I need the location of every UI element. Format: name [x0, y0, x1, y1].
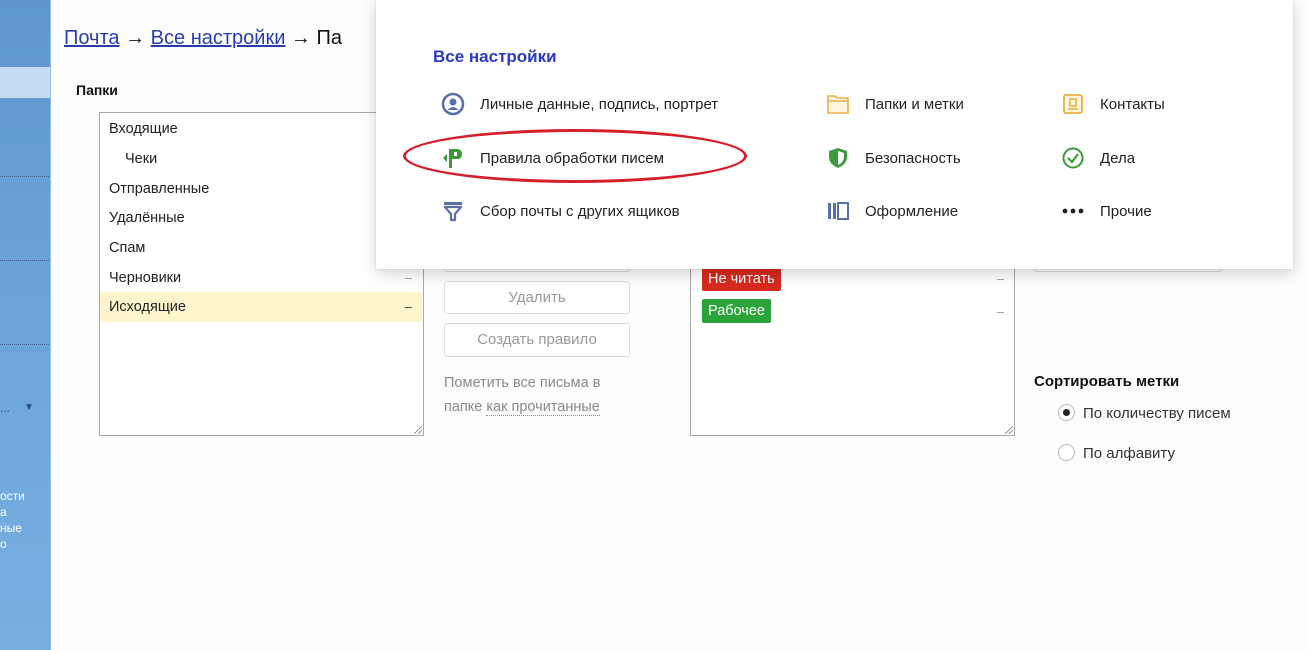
- menu-item-label: Дела: [1100, 149, 1136, 167]
- label-count: –: [996, 271, 1004, 286]
- highlight-annotation: [403, 129, 747, 183]
- shield-icon: [825, 145, 851, 171]
- menu-item-label: Прочие: [1100, 202, 1152, 220]
- menu-item-contacts[interactable]: Контакты: [1060, 91, 1165, 117]
- sidebar-divider: [0, 176, 50, 177]
- all-settings-menu: Все настройки Личные данные, подпись, по…: [376, 0, 1293, 269]
- folder-label: Исходящие: [109, 299, 186, 315]
- folder-label: Чеки: [125, 151, 158, 167]
- menu-item-label: Безопасность: [865, 149, 961, 167]
- menu-item-personal-data[interactable]: Личные данные, подпись, портрет: [440, 91, 718, 117]
- sidebar-ellipsis: ...: [0, 401, 11, 415]
- sidebar-divider: [0, 260, 50, 261]
- folder-item[interactable]: Чеки: [100, 144, 422, 174]
- folder-item[interactable]: Удалённые: [100, 203, 422, 233]
- triangle-down-icon[interactable]: ▼: [24, 402, 34, 413]
- sort-by-count-label: По количеству писем: [1083, 405, 1231, 422]
- theme-icon: [825, 198, 851, 224]
- folder-label: Удалённые: [109, 210, 185, 226]
- folder-label: Входящие: [109, 121, 178, 137]
- more-dots-icon: [1060, 198, 1086, 224]
- menu-item-label: Личные данные, подпись, портрет: [480, 95, 719, 113]
- left-sidebar: ... ▼ ости а ные о: [0, 0, 51, 650]
- sidebar-text: ные: [0, 521, 22, 535]
- menu-item-other[interactable]: Прочие: [1060, 198, 1152, 224]
- folder-item[interactable]: Входящие: [100, 114, 422, 144]
- folder-icon: [825, 91, 851, 117]
- folders-title: Папки: [76, 82, 118, 98]
- breadcrumb-current: Па: [316, 27, 342, 49]
- sidebar-text: ости: [0, 489, 25, 503]
- breadcrumb: Почта → Все настройки → Па: [64, 27, 342, 50]
- sidebar-text: о: [0, 537, 7, 551]
- mark-all-read-note: Пометить все письма в папке как прочитан…: [444, 371, 634, 419]
- folder-item[interactable]: Черновики –: [100, 263, 422, 293]
- sort-by-count-option[interactable]: По количеству писем: [1058, 404, 1231, 422]
- sidebar-text: а: [0, 505, 7, 519]
- mark-note-text: папке: [444, 399, 483, 415]
- label-count: –: [996, 304, 1004, 319]
- label-badge-work[interactable]: Рабочее: [702, 299, 771, 323]
- radio-unchecked-icon[interactable]: [1058, 444, 1075, 461]
- sort-alphabetical-label: По алфавиту: [1083, 445, 1175, 462]
- folder-label: Отправленные: [109, 181, 210, 197]
- contacts-icon: [1060, 91, 1086, 117]
- sidebar-divider: [0, 344, 50, 345]
- breadcrumb-all-settings-link[interactable]: Все настройки: [151, 27, 286, 49]
- menu-item-security[interactable]: Безопасность: [825, 145, 961, 171]
- folder-label: Спам: [109, 240, 146, 256]
- menu-item-label: Оформление: [865, 202, 959, 220]
- folder-label: Черновики: [109, 270, 182, 286]
- folder-count: –: [404, 299, 412, 314]
- sort-alphabetical-option[interactable]: По алфавиту: [1058, 444, 1175, 462]
- delete-button[interactable]: Удалить: [444, 281, 630, 314]
- sidebar-selected-item[interactable]: [0, 67, 50, 98]
- label-badge-dont-read[interactable]: Не читать: [702, 267, 781, 291]
- menu-item-mail-collection[interactable]: Сбор почты с других ящиков: [440, 198, 680, 224]
- user-circle-icon: [440, 91, 466, 117]
- create-rule-button[interactable]: Создать правило: [444, 323, 630, 357]
- menu-title: Все настройки: [433, 47, 557, 66]
- menu-item-label: Сбор почты с других ящиков: [480, 202, 680, 220]
- folder-item-selected[interactable]: Исходящие –: [100, 292, 422, 322]
- radio-checked-icon[interactable]: [1058, 404, 1075, 421]
- menu-item-tasks[interactable]: Дела: [1060, 145, 1135, 171]
- breadcrumb-mail-link[interactable]: Почта: [64, 27, 120, 49]
- resize-handle[interactable]: [1005, 426, 1013, 434]
- menu-item-label: Контакты: [1100, 95, 1165, 113]
- mark-as-read-link[interactable]: как прочитанные: [486, 399, 600, 416]
- folder-item[interactable]: Спам: [100, 233, 422, 263]
- check-circle-icon: [1060, 145, 1086, 171]
- labels-list[interactable]: Не читать – Рабочее –: [690, 250, 1015, 436]
- mark-note-text: Пометить все письма в: [444, 375, 601, 391]
- breadcrumb-arrow: →: [290, 27, 311, 49]
- menu-item-label: Папки и метки: [865, 95, 964, 113]
- funnel-icon: [440, 198, 466, 224]
- menu-item-folders-labels[interactable]: Папки и метки: [825, 91, 964, 117]
- folder-item[interactable]: Отправленные: [100, 174, 422, 204]
- sort-labels-title: Сортировать метки: [1034, 373, 1180, 390]
- resize-handle[interactable]: [414, 426, 422, 434]
- breadcrumb-arrow: →: [125, 27, 146, 49]
- menu-item-theme[interactable]: Оформление: [825, 198, 958, 224]
